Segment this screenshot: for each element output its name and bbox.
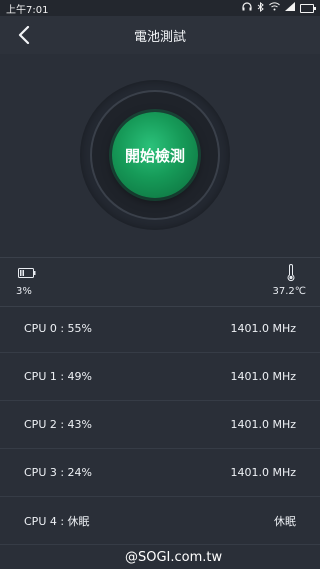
watermark: @SOGI.com.tw (115, 546, 320, 569)
battery-icon (18, 268, 36, 278)
start-test-label: 開始檢測 (124, 146, 185, 165)
cpu-frequency: 休眠 (274, 514, 296, 528)
back-arrow-icon (18, 26, 30, 44)
start-test-button[interactable]: 開始檢測 (112, 112, 198, 198)
list-item: CPU 2 : 43% 1401.0 MHz (0, 401, 320, 449)
page-title: 電池測試 (133, 29, 186, 45)
list-item: CPU 3 : 24% 1401.0 MHz (0, 449, 320, 497)
cpu-label: CPU 4 : 休眠 (24, 514, 90, 528)
cpu-list: CPU 0 : 55% 1401.0 MHz CPU 1 : 49% 1401.… (0, 305, 320, 545)
bluetooth-icon (257, 1, 264, 15)
status-time: 上午7:01 (6, 4, 49, 16)
signal-icon (285, 2, 295, 14)
list-item: CPU 4 : 休眠 休眠 (0, 497, 320, 545)
cpu-label: CPU 2 : 43% (24, 418, 93, 431)
cpu-label: CPU 0 : 55% (24, 322, 93, 335)
header-bar: 電池測試 (0, 16, 320, 54)
list-item: CPU 1 : 49% 1401.0 MHz (0, 353, 320, 401)
watermark-text: @SOGI.com.tw (125, 550, 223, 565)
headphone-icon (242, 2, 252, 14)
cpu-frequency: 1401.0 MHz (230, 322, 296, 335)
cpu-frequency: 1401.0 MHz (230, 370, 296, 383)
cpu-frequency: 1401.0 MHz (230, 418, 296, 431)
summary-row: 3% 37.2℃ (0, 257, 320, 307)
test-area: 開始檢測 (0, 54, 320, 256)
cpu-label: CPU 3 : 24% (24, 466, 93, 479)
battery-icon (300, 3, 316, 13)
cpu-label: CPU 1 : 49% (24, 370, 93, 383)
back-button[interactable] (12, 23, 36, 47)
status-icons (242, 1, 316, 15)
cpu-frequency: 1401.0 MHz (230, 466, 296, 479)
temperature-value: 37.2℃ (272, 286, 307, 297)
status-bar: 上午7:01 (0, 0, 320, 16)
wifi-icon (269, 2, 280, 14)
thermometer-icon (287, 264, 295, 282)
battery-level: 3% (16, 286, 32, 297)
list-item: CPU 0 : 55% 1401.0 MHz (0, 305, 320, 353)
